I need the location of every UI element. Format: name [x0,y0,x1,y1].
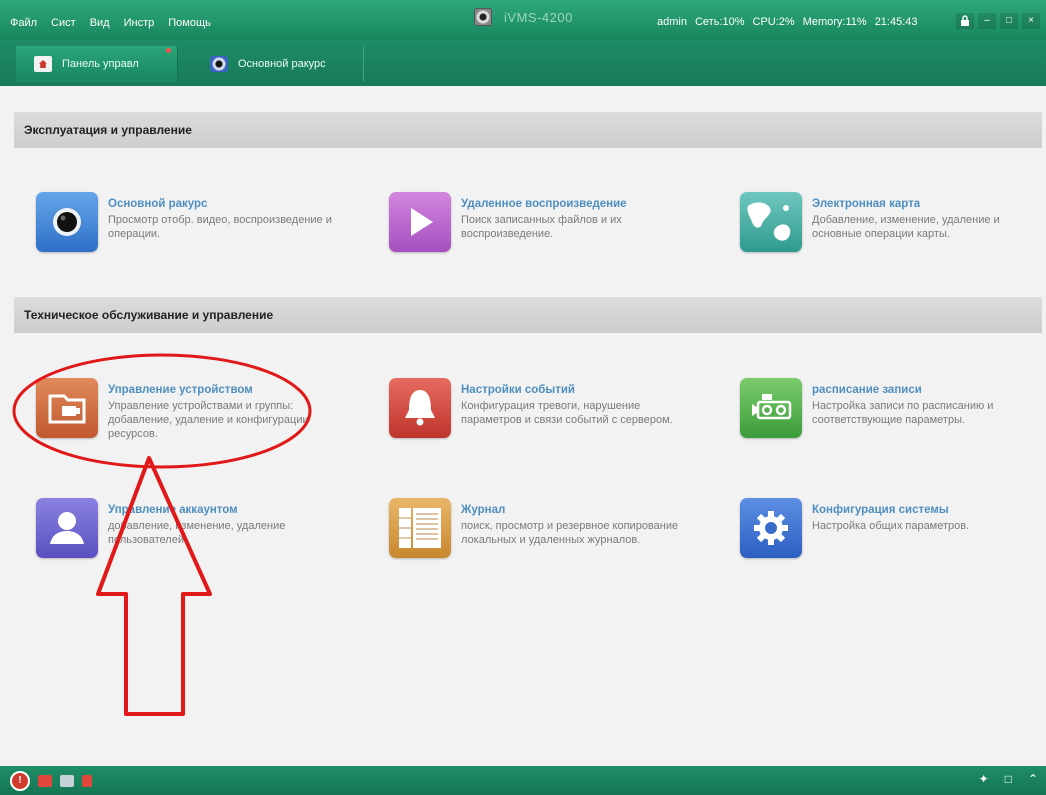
user-icon [36,498,98,558]
cpu-usage: CPU:2% [752,16,795,28]
user-name[interactable]: admin [657,16,687,28]
app-title: iVMS-4200 [474,8,573,26]
tile-e-map[interactable]: Электронная карта Добавление, изменение,… [740,192,1046,272]
clock: 21:45:43 [874,16,918,28]
tab-bar: Панель управл Основной ракурс [0,40,1046,86]
tile-description: Управление устройствами и группы: добавл… [108,400,309,440]
section-operation-header: Эксплуатация и управление [14,112,1042,148]
tile-title[interactable]: Настройки событий [461,384,691,396]
alarm-sound-icon[interactable] [38,774,52,787]
tab-control-panel[interactable]: Панель управл [16,46,178,82]
play-icon [389,192,451,252]
speaker-icon[interactable] [82,774,92,787]
expand-icon[interactable]: ⌃ [1028,772,1038,786]
minimize-button[interactable]: – [978,13,996,29]
close-button[interactable]: × [1022,13,1040,29]
tile-description: Добавление, изменение, удаление и основн… [812,214,1000,240]
app-name: iVMS-4200 [504,9,573,25]
tile-remote-playback[interactable]: Удаленное воспроизведение Поиск записанн… [389,192,709,272]
status-area: admin Сеть:10% CPU:2% Memory:11% 21:45:4… [657,16,918,28]
tile-log[interactable]: Журнал поиск, просмотр и резервное копир… [389,498,709,578]
tile-description: Просмотр отобр. видео, воспроизведение и… [108,214,332,240]
maximize-button[interactable]: □ [1000,13,1018,29]
tile-description: Настройка общих параметров. [812,520,970,532]
menu-help[interactable]: Помощь [168,17,211,29]
tile-title[interactable]: Управление устройством [108,384,338,396]
menu-system[interactable]: Сист [51,17,76,29]
memory-usage: Memory:11% [802,16,867,28]
bell-icon [389,378,451,438]
pin-icon[interactable]: ✦ [979,772,989,786]
tile-description: Конфигурация тревоги, нарушение параметр… [461,400,673,426]
tile-title[interactable]: расписание записи [812,384,1042,396]
tile-title[interactable]: Удаленное воспроизведение [461,198,691,210]
tab-control-panel-label: Панель управл [62,58,139,70]
section-maintenance-header: Техническое обслуживание и управление [14,297,1042,333]
tile-title[interactable]: Основной ракурс [108,198,338,210]
tile-device-management[interactable]: Управление устройством Управление устрой… [36,378,356,458]
tile-description: поиск, просмотр и резервное копирование … [461,520,679,546]
home-icon [34,56,52,72]
tile-title[interactable]: Электронная карта [812,198,1042,210]
tile-description: добавление, изменение, удаление пользова… [108,520,286,546]
tile-title[interactable]: Журнал [461,504,691,516]
menu-view[interactable]: Вид [90,17,110,29]
app-logo-icon [474,8,492,26]
folder-icon [36,378,98,438]
tile-description: Поиск записанных файлов и их воспроизвед… [461,214,622,240]
log-icon [389,498,451,558]
menu-bar: Файл Сист Вид Инстр Помощь [0,17,211,29]
gear-icon [740,498,802,558]
menu-file[interactable]: Файл [10,17,37,29]
tile-title[interactable]: Конфигурация системы [812,504,1042,516]
net-usage: Сеть:10% [694,16,745,28]
lock-icon[interactable] [956,13,974,29]
recorder-icon [740,378,802,438]
tab-main-view[interactable]: Основной ракурс [192,46,364,82]
tile-recording-schedule[interactable]: расписание записи Настройка записи по ра… [740,378,1046,458]
menu-tools[interactable]: Инстр [124,17,155,29]
restore-icon[interactable]: □ [1005,772,1012,786]
event-list-icon[interactable] [60,774,74,787]
tab-close-dot[interactable] [166,48,171,53]
camera-icon [36,192,98,252]
camera-icon [210,56,228,72]
tile-account-management[interactable]: Управление аккаунтом добавление, изменен… [36,498,356,578]
map-icon [740,192,802,252]
control-panel: Эксплуатация и управление Основной ракур… [0,86,1046,766]
tile-main-view[interactable]: Основной ракурс Просмотр отобр. видео, в… [36,192,356,272]
tab-main-view-label: Основной ракурс [238,58,326,70]
window-controls: – □ × [956,13,1040,29]
status-bar: ! ✦ □ ⌃ [0,766,1046,795]
tile-description: Настройка записи по расписанию и соответ… [812,400,994,426]
alarm-icon[interactable]: ! [10,770,30,791]
tile-system-configuration[interactable]: Конфигурация системы Настройка общих пар… [740,498,1046,578]
tile-title[interactable]: Управление аккаунтом [108,504,338,516]
tile-event-settings[interactable]: Настройки событий Конфигурация тревоги, … [389,378,709,458]
